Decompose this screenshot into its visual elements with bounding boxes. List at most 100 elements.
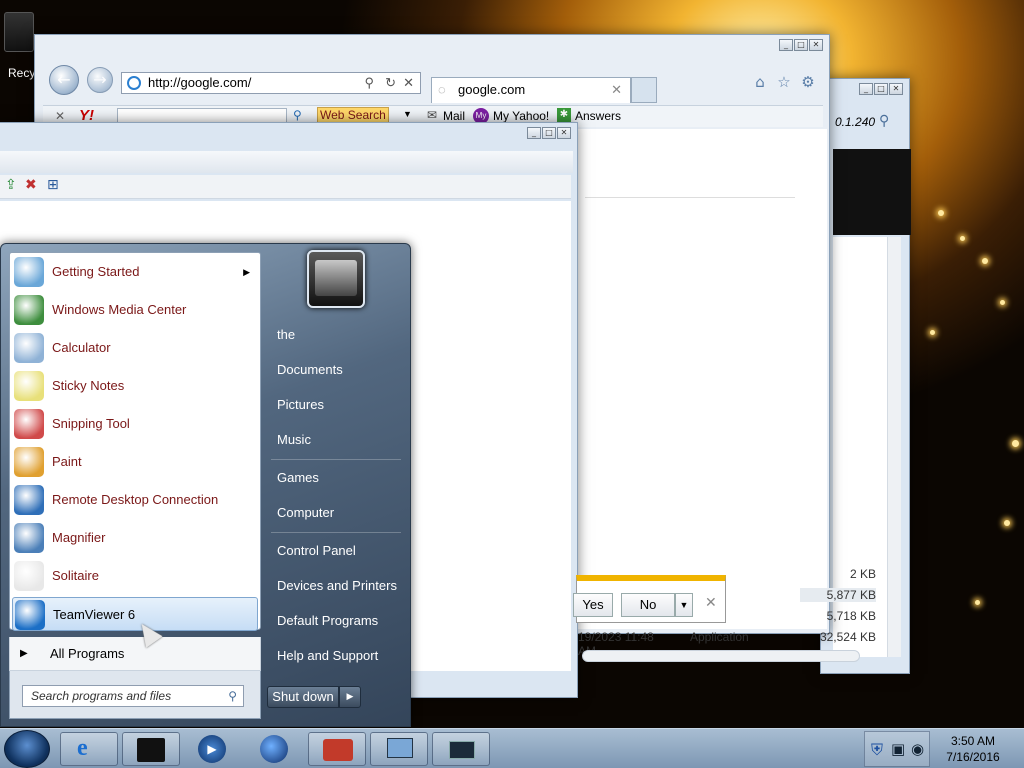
loading-icon: ◌ (438, 82, 446, 97)
explorer-window-back[interactable]: _ □ ✕ 0.1.240 ⚲ (820, 78, 911, 674)
home-icon[interactable]: ⌂ (751, 73, 769, 91)
search-icon[interactable]: ⚲ (879, 113, 889, 129)
mail-link[interactable]: Mail (443, 109, 465, 123)
start-button[interactable] (4, 730, 50, 768)
answers-link[interactable]: Answers (575, 109, 621, 123)
program-item[interactable]: Snipping Tool (12, 407, 258, 441)
program-label: Remote Desktop Connection (52, 492, 219, 507)
toolbar-strip: ⇪ ✖ ⊞ (0, 175, 571, 199)
notification-area: ⛨ ▣ ◉ (864, 731, 930, 767)
program-item[interactable]: TeamViewer 6 (12, 597, 258, 631)
horizontal-scrollbar[interactable] (582, 650, 860, 662)
taskbar-internet-explorer[interactable]: e (60, 732, 118, 766)
right-link-devices-printers[interactable]: Devices and Printers (269, 571, 405, 601)
taskbar-toolbox[interactable] (308, 732, 366, 766)
right-link-games[interactable]: Games (269, 463, 405, 493)
maximize-button[interactable]: □ (874, 83, 888, 95)
no-dropdown-button[interactable]: ▼ (675, 593, 693, 617)
search-icon[interactable]: ⚲ (228, 686, 237, 706)
ip-address-fragment: 0.1.240 (835, 115, 876, 129)
vertical-scrollbar[interactable] (887, 237, 901, 657)
speaker-icon[interactable]: ◉ (911, 740, 924, 758)
tab-google[interactable]: ◌ google.com ✕ (431, 77, 631, 103)
right-link-documents[interactable]: Documents (269, 355, 405, 385)
taskbar-app-2[interactable] (122, 732, 180, 766)
magnifier-icon (14, 523, 44, 553)
no-button[interactable]: No (621, 593, 675, 617)
submenu-arrow-icon[interactable]: ▶ (243, 255, 250, 289)
taskbar-network-app[interactable] (370, 732, 428, 766)
taskbar: e ▶ ⛨ ▣ ◉ 3:50 AM 7/16/2016 (0, 728, 1024, 768)
mail-icon: ✉ (427, 108, 438, 122)
program-item[interactable]: Windows Media Center (12, 293, 258, 327)
right-link-music[interactable]: Music (269, 425, 405, 455)
address-bar[interactable]: http://google.com/ ⚲ ↻ ✕ (121, 72, 421, 94)
web-search-button[interactable]: Web Search (317, 107, 389, 123)
favorites-icon[interactable]: ☆ (775, 73, 793, 91)
right-link-default-programs[interactable]: Default Programs (269, 606, 405, 636)
program-item[interactable]: Paint (12, 445, 258, 479)
forward-button[interactable]: → (87, 67, 113, 93)
web-page-content[interactable] (575, 129, 827, 629)
download-notification: Yes No ▼ ✕ (573, 575, 726, 623)
stop-icon[interactable]: ✕ (403, 73, 414, 93)
network-icon[interactable]: ▣ (891, 740, 905, 758)
desktop-sparkle (1012, 440, 1019, 447)
close-button[interactable]: ✕ (809, 39, 823, 51)
back-button[interactable]: ← (49, 65, 79, 95)
right-link-help-support[interactable]: Help and Support (269, 641, 405, 671)
file-size: 32,524 KB (819, 630, 876, 644)
start-search-input[interactable]: Search programs and files ⚲ (22, 685, 244, 707)
minimize-button[interactable]: _ (779, 39, 793, 51)
file-type: Application (690, 630, 749, 644)
right-link-user[interactable]: the (269, 320, 405, 350)
program-label: TeamViewer 6 (53, 607, 136, 622)
program-item[interactable]: Sticky Notes (12, 369, 258, 403)
program-label: Calculator (52, 340, 111, 355)
toolbar-close-icon[interactable]: ✕ (55, 109, 65, 123)
new-tab-button[interactable] (631, 77, 657, 103)
right-link-control-panel[interactable]: Control Panel (269, 536, 405, 566)
taskbar-app-7[interactable] (432, 732, 490, 766)
minimize-button[interactable]: _ (859, 83, 873, 95)
maximize-button[interactable]: □ (794, 39, 808, 51)
close-icon[interactable]: ✕ (705, 595, 717, 611)
shield-icon[interactable]: ⛨ (871, 740, 883, 760)
program-item[interactable]: Remote Desktop Connection (12, 483, 258, 517)
my-yahoo-link[interactable]: My Yahoo! (493, 109, 549, 123)
program-item[interactable]: Calculator (12, 331, 258, 365)
maximize-button[interactable]: □ (542, 127, 556, 139)
minimize-button[interactable]: _ (527, 127, 541, 139)
close-button[interactable]: ✕ (889, 83, 903, 95)
page-divider (585, 197, 795, 198)
shutdown-options-button[interactable]: ▶ (339, 686, 361, 708)
program-label: Magnifier (52, 530, 106, 545)
tab-close-icon[interactable]: ✕ (611, 78, 622, 102)
ie-favicon-icon (127, 76, 141, 90)
right-link-computer[interactable]: Computer (269, 498, 405, 528)
search-icon[interactable]: ⚲ (293, 108, 302, 122)
taskbar-globe[interactable] (246, 732, 304, 766)
upload-icon[interactable]: ⇪ (5, 177, 17, 193)
disconnect-icon[interactable]: ✖ (25, 177, 37, 193)
program-item[interactable]: Magnifier (12, 521, 258, 555)
system-clock[interactable]: 3:50 AM 7/16/2016 (938, 733, 1008, 765)
shutdown-button[interactable]: Shut down (267, 686, 339, 708)
recycle-bin-label: Recy (8, 66, 36, 80)
user-picture[interactable] (307, 250, 365, 308)
program-item[interactable]: Getting Started ▶ (12, 255, 258, 289)
taskbar-media-player[interactable]: ▶ (184, 732, 242, 766)
programs-panel: Getting Started ▶ Windows Media Center Calc… (9, 252, 261, 631)
close-button[interactable]: ✕ (557, 127, 571, 139)
right-link-pictures[interactable]: Pictures (269, 390, 405, 420)
search-icon[interactable]: ⚲ (364, 73, 374, 93)
properties-icon[interactable]: ⊞ (47, 177, 59, 193)
tools-gear-icon[interactable]: ⚙ (799, 73, 817, 91)
all-programs-button[interactable]: ▶ All Programs (9, 637, 261, 671)
yes-button[interactable]: Yes (573, 593, 613, 617)
search-area: Search programs and files ⚲ (9, 671, 261, 719)
program-item[interactable]: Solitaire (12, 559, 258, 593)
file-size: 2 KB (849, 567, 876, 581)
refresh-icon[interactable]: ↻ (385, 73, 396, 93)
dropdown-arrow-icon[interactable]: ▼ (403, 109, 412, 119)
